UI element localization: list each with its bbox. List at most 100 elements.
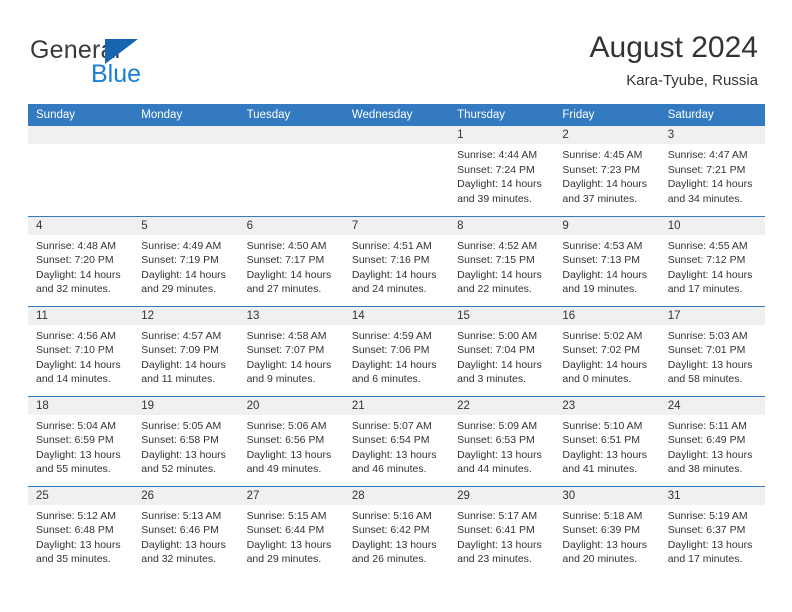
- day-detail-line: Sunset: 7:07 PM: [246, 344, 325, 357]
- day-detail-line: and 34 minutes.: [667, 192, 743, 205]
- day-detail-line: Sunrise: 5:17 AM: [457, 509, 538, 522]
- day-cell[interactable]: 23 Sunrise: 5:10 AM Sunset: 6:51 PM Dayligh…: [554, 395, 660, 486]
- day-cell[interactable]: 27 Sunrise: 5:15 AM Sunset: 6:44 PM Dayligh…: [238, 485, 344, 576]
- day-cell[interactable]: 7 Sunrise: 4:51 AM Sunset: 7:16 PM Daylight…: [343, 215, 450, 306]
- day-details: Sunrise: 5:11 AM Sunset: 6:49 PM Daylight:…: [660, 415, 765, 477]
- day-detail-line: Daylight: 13 hours: [667, 538, 753, 551]
- day-cell[interactable]: 22 Sunrise: 5:09 AM Sunset: 6:53 PM Dayligh…: [449, 395, 555, 486]
- day-details: Sunrise: 4:53 AM Sunset: 7:13 PM Daylight:…: [554, 235, 659, 297]
- weekday-header-thursday: Thursday: [449, 104, 555, 126]
- day-detail-line: Sunset: 6:46 PM: [141, 524, 219, 537]
- day-number: 22: [449, 396, 555, 415]
- day-detail-line: Daylight: 14 hours: [562, 268, 648, 281]
- day-cell[interactable]: 5 Sunrise: 4:49 AM Sunset: 7:19 PM Daylight…: [133, 215, 239, 306]
- day-number: [343, 126, 450, 144]
- day-cell[interactable]: 25 Sunrise: 5:12 AM Sunset: 6:48 PM Dayligh…: [28, 485, 134, 576]
- day-detail-line: Sunrise: 5:00 AM: [457, 329, 538, 342]
- day-detail-line: Sunrise: 5:10 AM: [562, 419, 643, 432]
- day-cell[interactable]: 28 Sunrise: 5:16 AM Sunset: 6:42 PM Dayligh…: [343, 485, 450, 576]
- day-detail-line: Sunrise: 5:06 AM: [246, 419, 327, 432]
- day-number: 24: [659, 396, 765, 415]
- day-cell[interactable]: 13 Sunrise: 4:58 AM Sunset: 7:07 PM Dayligh…: [238, 305, 344, 396]
- day-details: [133, 144, 238, 148]
- day-detail-line: Daylight: 14 hours: [141, 268, 226, 281]
- day-detail-line: Daylight: 14 hours: [457, 358, 542, 371]
- calendar-week-row: 1 Sunrise: 4:44 AM Sunset: 7:24 PM Daylight…: [28, 126, 765, 216]
- day-detail-line: and 27 minutes.: [246, 283, 322, 296]
- day-cell-empty: [343, 126, 450, 216]
- day-detail-line: Sunset: 6:39 PM: [562, 524, 641, 537]
- day-cell[interactable]: 4 Sunrise: 4:48 AM Sunset: 7:20 PM Daylight…: [28, 215, 134, 306]
- page-header: General Blue August 2024 Kara-Tyube, Rus…: [0, 0, 792, 104]
- day-detail-line: Daylight: 14 hours: [351, 358, 437, 371]
- calendar-week-row: 11 Sunrise: 4:56 AM Sunset: 7:10 PM Dayligh…: [28, 305, 765, 396]
- general-blue-logo[interactable]: General Blue: [30, 36, 250, 92]
- day-detail-line: Daylight: 14 hours: [36, 268, 121, 281]
- calendar-header-row: Sunday Monday Tuesday Wednesday Thursday Frid…: [28, 104, 765, 126]
- day-detail-line: and 11 minutes.: [141, 373, 216, 386]
- day-cell[interactable]: 31 Sunrise: 5:19 AM Sunset: 6:37 PM Dayligh…: [659, 485, 765, 576]
- day-detail-line: and 6 minutes.: [351, 373, 421, 386]
- day-cell[interactable]: 30 Sunrise: 5:18 AM Sunset: 6:39 PM Dayligh…: [554, 485, 660, 576]
- day-cell[interactable]: 14 Sunrise: 4:59 AM Sunset: 7:06 PM Dayligh…: [343, 305, 450, 396]
- day-cell[interactable]: 6 Sunrise: 4:50 AM Sunset: 7:17 PM Daylight…: [238, 215, 344, 306]
- day-detail-line: Daylight: 13 hours: [36, 448, 121, 461]
- day-detail-line: Daylight: 13 hours: [141, 448, 226, 461]
- day-detail-line: Sunset: 6:51 PM: [562, 434, 641, 447]
- day-cell[interactable]: 9 Sunrise: 4:53 AM Sunset: 7:13 PM Daylight…: [554, 215, 660, 306]
- day-detail-line: Sunset: 7:09 PM: [141, 344, 219, 357]
- day-cell[interactable]: 15 Sunrise: 5:00 AM Sunset: 7:04 PM Dayligh…: [449, 305, 555, 396]
- day-detail-line: Daylight: 13 hours: [246, 448, 332, 461]
- day-cell[interactable]: 29 Sunrise: 5:17 AM Sunset: 6:41 PM Dayligh…: [449, 485, 555, 576]
- day-cell[interactable]: 20 Sunrise: 5:06 AM Sunset: 6:56 PM Dayligh…: [238, 395, 344, 486]
- day-number: 30: [554, 486, 660, 505]
- day-cell[interactable]: 18 Sunrise: 5:04 AM Sunset: 6:59 PM Dayligh…: [28, 395, 134, 486]
- day-detail-line: Sunset: 7:20 PM: [36, 254, 114, 267]
- day-detail-line: and 19 minutes.: [562, 283, 638, 296]
- day-number: 29: [449, 486, 555, 505]
- day-number: 11: [28, 306, 134, 325]
- day-detail-line: and 41 minutes.: [562, 463, 638, 476]
- day-detail-line: Sunset: 6:44 PM: [246, 524, 325, 537]
- day-detail-line: and 32 minutes.: [36, 283, 111, 296]
- day-detail-line: and 46 minutes.: [351, 463, 427, 476]
- day-detail-line: Daylight: 14 hours: [246, 358, 332, 371]
- day-cell[interactable]: 10 Sunrise: 4:55 AM Sunset: 7:12 PM Dayligh…: [659, 215, 765, 306]
- day-cell[interactable]: 12 Sunrise: 4:57 AM Sunset: 7:09 PM Dayligh…: [133, 305, 239, 396]
- day-cell[interactable]: 8 Sunrise: 4:52 AM Sunset: 7:15 PM Daylight…: [449, 215, 555, 306]
- day-detail-line: Sunrise: 4:52 AM: [457, 239, 538, 252]
- day-detail-line: Sunset: 7:13 PM: [562, 254, 641, 267]
- day-details: Sunrise: 5:09 AM Sunset: 6:53 PM Daylight:…: [449, 415, 554, 477]
- day-number: 23: [554, 396, 660, 415]
- title-block: August 2024 Kara-Tyube, Russia: [590, 30, 758, 92]
- day-detail-line: and 52 minutes.: [141, 463, 216, 476]
- day-detail-line: Sunset: 6:37 PM: [667, 524, 746, 537]
- day-cell[interactable]: 24 Sunrise: 5:11 AM Sunset: 6:49 PM Dayligh…: [659, 395, 765, 486]
- day-detail-line: Daylight: 14 hours: [562, 358, 648, 371]
- day-detail-line: Daylight: 13 hours: [562, 538, 648, 551]
- day-cell[interactable]: 26 Sunrise: 5:13 AM Sunset: 6:46 PM Dayligh…: [133, 485, 239, 576]
- day-cell[interactable]: 21 Sunrise: 5:07 AM Sunset: 6:54 PM Dayligh…: [343, 395, 450, 486]
- day-detail-line: Daylight: 13 hours: [351, 538, 437, 551]
- day-cell-empty: [238, 126, 344, 216]
- day-detail-line: Sunrise: 4:45 AM: [562, 149, 643, 161]
- day-details: Sunrise: 4:44 AM Sunset: 7:24 PM Daylight:…: [449, 144, 554, 206]
- day-number: 17: [659, 306, 765, 325]
- day-cell[interactable]: 16 Sunrise: 5:02 AM Sunset: 7:02 PM Dayligh…: [554, 305, 660, 396]
- day-cell[interactable]: 1 Sunrise: 4:44 AM Sunset: 7:24 PM Daylight…: [449, 126, 555, 216]
- day-detail-line: and 17 minutes.: [667, 553, 743, 566]
- day-cell[interactable]: 3 Sunrise: 4:47 AM Sunset: 7:21 PM Daylight…: [659, 126, 765, 216]
- day-cell[interactable]: 11 Sunrise: 4:56 AM Sunset: 7:10 PM Dayligh…: [28, 305, 134, 396]
- page-subtitle: Kara-Tyube, Russia: [626, 72, 758, 89]
- day-detail-line: and 14 minutes.: [36, 373, 111, 386]
- day-detail-line: Daylight: 13 hours: [141, 538, 226, 551]
- day-detail-line: Sunrise: 4:48 AM: [36, 239, 116, 252]
- day-details: Sunrise: 5:12 AM Sunset: 6:48 PM Daylight:…: [28, 505, 133, 567]
- day-cell[interactable]: 19 Sunrise: 5:05 AM Sunset: 6:58 PM Dayligh…: [133, 395, 239, 486]
- day-detail-line: Daylight: 14 hours: [36, 358, 121, 371]
- day-detail-line: Sunset: 6:49 PM: [667, 434, 746, 447]
- day-cell[interactable]: 2 Sunrise: 4:45 AM Sunset: 7:23 PM Daylight…: [554, 126, 660, 216]
- day-cell[interactable]: 17 Sunrise: 5:03 AM Sunset: 7:01 PM Dayligh…: [659, 305, 765, 396]
- day-details: Sunrise: 5:17 AM Sunset: 6:41 PM Daylight:…: [449, 505, 554, 567]
- day-detail-line: Sunrise: 5:16 AM: [351, 509, 432, 522]
